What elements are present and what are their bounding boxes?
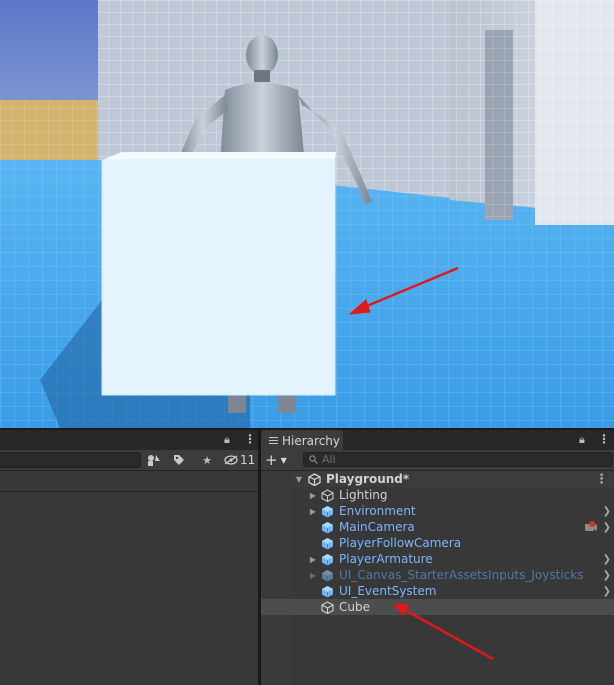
prefab-icon (321, 553, 334, 566)
add-label: + (265, 451, 278, 469)
item-label: UI_EventSystem (339, 584, 437, 598)
expand-arrow-icon[interactable]: ▶ (309, 507, 317, 516)
hierarchy-item-environment[interactable]: ▶ Environment ❯ (293, 503, 614, 519)
tag-icon[interactable] (168, 450, 190, 470)
lock-icon[interactable]: 🔒︎ (579, 433, 585, 447)
item-label: Environment (339, 504, 416, 518)
hierarchy-item-lighting[interactable]: ▶ Lighting (293, 487, 614, 503)
expand-arrow-icon[interactable]: ▼ (295, 475, 303, 484)
left-search-input[interactable] (0, 452, 141, 468)
lock-icon[interactable]: 🔒︎ (224, 433, 230, 447)
hierarchy-search-input[interactable]: All (303, 452, 613, 467)
chevron-right-icon[interactable]: ❯ (603, 506, 611, 517)
prefab-icon (321, 521, 334, 534)
chevron-right-icon[interactable]: ❯ (603, 554, 611, 565)
hierarchy-item-maincamera[interactable]: MainCamera ❯ (293, 519, 614, 535)
item-label: Cube (339, 600, 370, 614)
item-label: MainCamera (339, 520, 415, 534)
hierarchy-item-ui-canvas[interactable]: ▶ UI_Canvas_StarterAssetsInputs_Joystick… (293, 567, 614, 583)
hierarchy-item-playerarmature[interactable]: ▶ PlayerArmature ❯ (293, 551, 614, 567)
left-panel-tabbar: 🔒︎ ⋮ (0, 430, 258, 450)
left-panel-header (0, 471, 258, 492)
left-panel-toolbar: ★ 11 (0, 450, 258, 471)
add-object-button[interactable]: + ▼ (265, 451, 295, 469)
chevron-right-icon[interactable]: ❯ (603, 586, 611, 597)
item-label: PlayerFollowCamera (339, 536, 462, 550)
expand-arrow-icon[interactable]: ▶ (309, 491, 317, 500)
white-cube (101, 152, 336, 396)
gameobject-icon (321, 489, 334, 503)
gameobject-icon (321, 601, 334, 615)
scene-menu-icon[interactable]: ⋮ (595, 472, 608, 487)
unity-scene-icon (308, 473, 321, 487)
scene-name: Playground* (326, 472, 410, 486)
prefab-icon (321, 585, 334, 598)
item-label: UI_Canvas_StarterAssetsInputs_Joysticks (339, 568, 584, 582)
camera-gizmo-icon[interactable] (584, 520, 598, 536)
scene-visibility-icon[interactable] (143, 450, 165, 470)
more-options-icon[interactable]: ⋮ (598, 432, 610, 446)
annotation-arrow-hierarchy (393, 604, 494, 661)
scene-row[interactable]: ▼ Playground* ⋮ (293, 471, 614, 487)
left-panel-body (0, 492, 258, 685)
scene-viewport[interactable] (0, 0, 614, 428)
hierarchy-item-ui-eventsystem[interactable]: UI_EventSystem ❯ (293, 583, 614, 599)
hierarchy-icon (269, 436, 278, 445)
tab-hierarchy-label: Hierarchy (282, 433, 341, 448)
prefab-icon (321, 569, 334, 582)
scene-side-panel: 🔒︎ ⋮ ★ 11 (0, 430, 258, 685)
search-icon (309, 455, 318, 464)
chevron-right-icon[interactable]: ❯ (603, 522, 611, 533)
hierarchy-item-playerfollowcamera[interactable]: PlayerFollowCamera (293, 535, 614, 551)
hierarchy-gutter (261, 471, 293, 685)
search-placeholder: All (322, 453, 336, 466)
prefab-icon (321, 505, 334, 518)
eye-hidden-icon (224, 455, 238, 465)
hierarchy-tabbar: Hierarchy 🔒︎ ⋮ (261, 430, 614, 451)
tab-hierarchy[interactable]: Hierarchy (261, 430, 343, 451)
chevron-right-icon[interactable]: ❯ (603, 570, 611, 581)
prefab-icon (321, 537, 334, 550)
hidden-count[interactable]: 11 (224, 450, 255, 470)
hierarchy-toolbar: + ▼ All (261, 450, 614, 471)
item-label: PlayerArmature (339, 552, 433, 566)
hidden-count-label: 11 (240, 453, 256, 467)
more-options-icon[interactable]: ⋮ (244, 432, 256, 446)
expand-arrow-icon[interactable]: ▶ (309, 555, 317, 564)
chevron-down-icon: ▼ (280, 455, 287, 465)
expand-arrow-icon[interactable]: ▶ (309, 571, 317, 580)
item-label: Lighting (339, 488, 388, 502)
star-icon[interactable]: ★ (196, 450, 218, 470)
